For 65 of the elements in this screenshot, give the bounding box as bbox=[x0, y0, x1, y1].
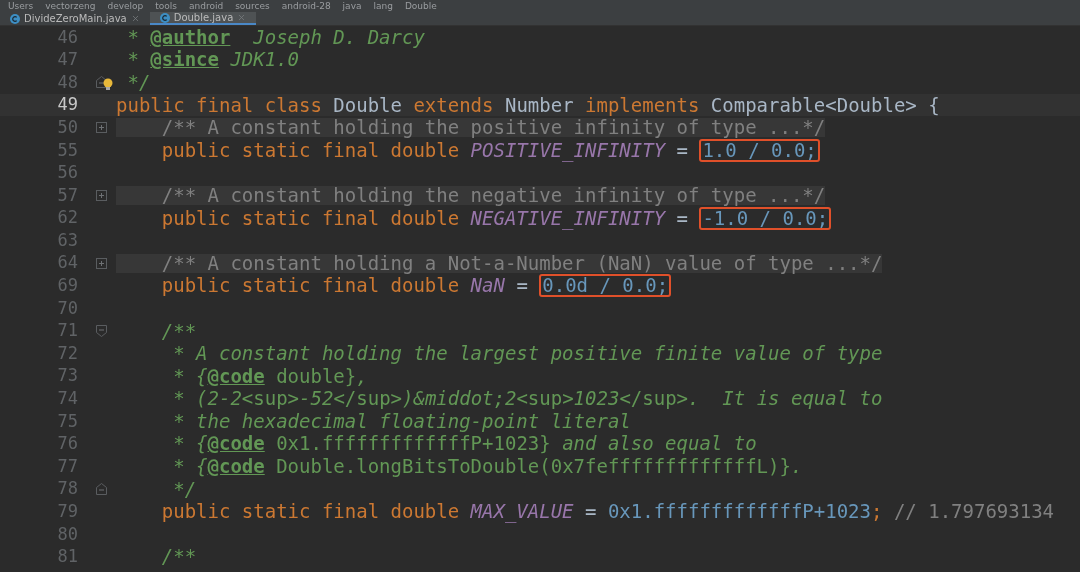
line-number: 50 bbox=[57, 115, 78, 139]
highlight-box: -1.0 / 0.0; bbox=[699, 206, 832, 230]
line-number: 69 bbox=[57, 274, 78, 298]
code-text: * @author Joseph D. Darcy bbox=[126, 27, 425, 47]
code-text: public final class Double extends Number implements Comparable<Double> { bbox=[116, 95, 940, 115]
breadcrumb-item[interactable]: lang bbox=[373, 0, 393, 12]
line-number: 76 bbox=[57, 432, 78, 456]
code-text: * {@code Double.longBitsToDouble(0x7fefffffffffffffL)}. bbox=[172, 457, 803, 477]
line-number: 70 bbox=[57, 296, 78, 320]
close-icon[interactable] bbox=[237, 13, 247, 22]
line-number: 57 bbox=[57, 183, 78, 207]
code-text: * {@code double}, bbox=[172, 366, 368, 386]
breadcrumb-item[interactable]: Double bbox=[404, 0, 437, 12]
breadcrumb-item[interactable]: android-28 bbox=[281, 0, 331, 12]
breadcrumb-item[interactable]: vectorzeng bbox=[45, 0, 96, 12]
fold-icon[interactable] bbox=[96, 76, 107, 89]
folded-comment: /** A constant holding the positive infinity of type ...*/ bbox=[116, 118, 826, 138]
folded-comment: /** A constant holding the negative infinity of type ...*/ bbox=[116, 185, 826, 205]
line-number: 78 bbox=[57, 477, 78, 501]
code-text: * A constant holding the largest positive finite value of type bbox=[172, 344, 883, 364]
code-text: public static final double MAX_VALUE = 0x1.fffffffffffffP+1023; // 1.797693134 bbox=[160, 502, 1055, 522]
code-text: * the hexadecimal floating-point literal bbox=[172, 411, 631, 431]
lightbulb-icon[interactable] bbox=[103, 78, 113, 93]
line-number: 80 bbox=[57, 522, 78, 546]
line-number: 64 bbox=[57, 251, 78, 275]
line-number: 56 bbox=[57, 161, 78, 185]
breadcrumb-item[interactable]: tools bbox=[155, 0, 177, 12]
code-text: * {@code 0x1.fffffffffffffP+1023} and also equal to bbox=[172, 434, 757, 454]
code-text: /** bbox=[160, 547, 197, 567]
line-number: 62 bbox=[57, 206, 78, 230]
line-number: 79 bbox=[57, 500, 78, 523]
class-icon bbox=[159, 12, 170, 23]
line-number: 74 bbox=[57, 387, 78, 411]
code-text: */ bbox=[126, 73, 151, 92]
code-text: * @since JDK1.0 bbox=[126, 50, 300, 70]
line-number: 77 bbox=[57, 454, 78, 478]
line-number: 72 bbox=[57, 341, 78, 365]
breadcrumb-item[interactable]: java bbox=[342, 0, 362, 12]
highlight-box: 0.0d / 0.0; bbox=[539, 274, 672, 298]
line-number: 46 bbox=[57, 25, 78, 49]
line-number: 48 bbox=[57, 70, 78, 94]
breadcrumb-item[interactable]: sources bbox=[235, 0, 270, 12]
code-text: */ bbox=[172, 479, 197, 499]
breadcrumb-item[interactable]: Users bbox=[8, 0, 34, 12]
line-number: 81 bbox=[57, 545, 78, 569]
code-text: /** bbox=[160, 321, 197, 341]
line-number: 71 bbox=[57, 319, 78, 343]
highlight-box: 1.0 / 0.0; bbox=[699, 138, 820, 162]
code-text: public static final double POSITIVE_INFINITY = bbox=[160, 140, 689, 160]
line-number: 47 bbox=[57, 48, 78, 72]
line-number: 49 bbox=[57, 93, 78, 117]
class-icon bbox=[10, 13, 20, 24]
close-icon[interactable] bbox=[130, 14, 140, 23]
line-number: 55 bbox=[57, 138, 78, 162]
line-number: 75 bbox=[57, 409, 78, 433]
line-number: 73 bbox=[57, 364, 78, 388]
breadcrumb-item[interactable]: develop bbox=[107, 0, 144, 12]
folded-comment: /** A constant holding a Not-a-Number (NaN) value of type ...*/ bbox=[116, 253, 883, 273]
code-text: public static final double NaN = bbox=[160, 276, 529, 296]
breadcrumb-item[interactable]: android bbox=[189, 0, 224, 12]
file-tab[interactable]: DivideZeroMain.java bbox=[0, 12, 150, 25]
code-text: public static final double NEGATIVE_INFINITY = bbox=[160, 208, 689, 228]
line-number: 63 bbox=[57, 228, 78, 252]
code-text: * (2-2<sup>-52</sup>)&middot;2<sup>1023</sup>. It is equal to bbox=[172, 389, 883, 409]
file-tab[interactable]: Double.java bbox=[149, 12, 257, 25]
